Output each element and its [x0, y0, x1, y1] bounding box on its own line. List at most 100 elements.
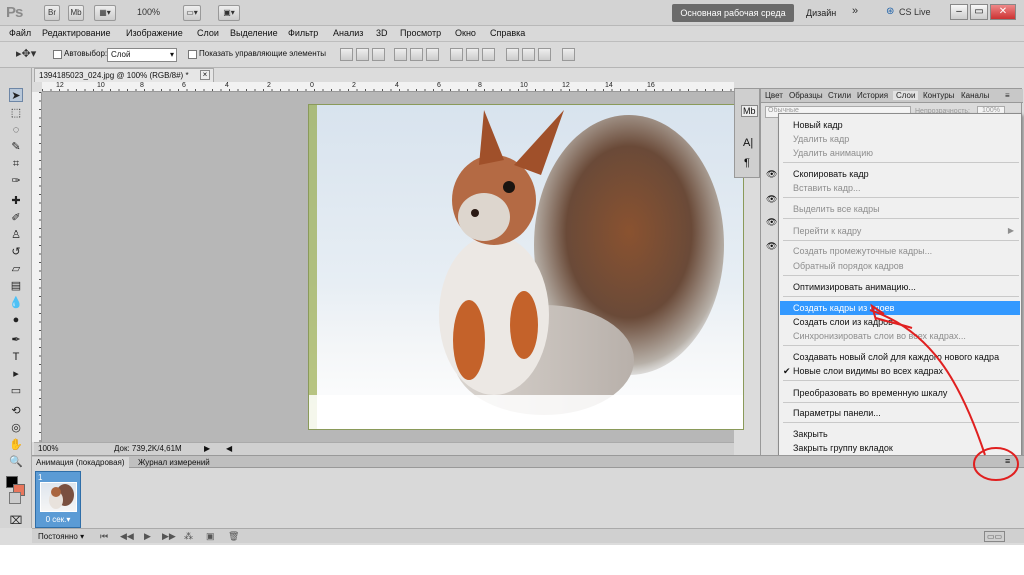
clone-stamp-tool-icon[interactable]: ♙: [9, 228, 23, 242]
loop-options-select[interactable]: Постоянно ▾: [38, 532, 84, 541]
path-select-tool-icon[interactable]: ▸: [9, 367, 23, 381]
close-window-button[interactable]: ✕: [990, 4, 1016, 20]
gradient-tool-icon[interactable]: ▤: [9, 279, 23, 293]
document-canvas[interactable]: [42, 92, 744, 442]
align-left-icon[interactable]: [394, 48, 407, 61]
panel-menu-icon[interactable]: ≡: [1005, 91, 1010, 100]
menu-item-new-frame[interactable]: Новый кадр: [780, 118, 1020, 132]
menu-item-copy-frame[interactable]: Скопировать кадр: [780, 167, 1020, 181]
document-tab[interactable]: 1394185023_024.jpg @ 100% (RGB/8#) *: [34, 68, 214, 82]
menu-item-convert-to-timeline[interactable]: Преобразовать во временную шкалу: [780, 386, 1020, 400]
menu-item-create-new-layer-per-frame[interactable]: Создавать новый слой для каждого нового …: [780, 350, 1020, 364]
menu-3d[interactable]: 3D: [376, 28, 388, 38]
menu-item-panel-options[interactable]: Параметры панели...: [780, 406, 1020, 420]
scroll-left-icon[interactable]: ◀: [226, 443, 232, 455]
restore-button[interactable]: ▭: [970, 4, 988, 20]
type-tool-icon[interactable]: T: [9, 350, 23, 364]
show-transform-checkbox[interactable]: [188, 50, 197, 59]
camera-icon[interactable]: ⌧: [9, 514, 23, 528]
delete-frame-icon[interactable]: 🗑: [228, 531, 239, 542]
move-tool-preset-icon[interactable]: ▸✥▾: [16, 47, 36, 60]
next-frame-icon[interactable]: ▶▶: [162, 531, 176, 542]
status-arrow-icon[interactable]: ▶: [204, 443, 210, 455]
arrange-docs-button[interactable]: ▭▾: [183, 5, 201, 21]
convert-to-timeline-icon[interactable]: ▭▭: [984, 531, 1006, 542]
menu-select[interactable]: Выделение: [230, 28, 278, 38]
visibility-eye-icon[interactable]: 👁: [766, 241, 777, 252]
move-tool-icon[interactable]: ➤: [9, 88, 23, 102]
tab-animation[interactable]: Анимация (покадровая): [32, 457, 129, 468]
visibility-eye-icon[interactable]: 👁: [766, 194, 777, 205]
align-vcenter-icon[interactable]: [356, 48, 369, 61]
menu-item-flatten-frames-into-layers[interactable]: Создать слои из кадров: [780, 315, 1020, 329]
extras-button[interactable]: ▦▾: [94, 5, 116, 21]
tab-color[interactable]: Цвет: [765, 91, 783, 100]
distribute-top-icon[interactable]: [450, 48, 463, 61]
document-tab-close-icon[interactable]: ×: [200, 70, 210, 80]
distribute-hcenter-icon[interactable]: [522, 48, 535, 61]
first-frame-icon[interactable]: ⏮: [100, 531, 108, 542]
crop-tool-icon[interactable]: ⌗: [9, 157, 23, 171]
brush-tool-icon[interactable]: ✐: [9, 211, 23, 225]
tab-paths[interactable]: Контуры: [923, 91, 954, 100]
tab-styles[interactable]: Стили: [828, 91, 851, 100]
previous-frame-icon[interactable]: ◀◀: [120, 531, 134, 542]
menu-help[interactable]: Справка: [490, 28, 525, 38]
pen-tool-icon[interactable]: ✒: [9, 333, 23, 347]
menu-window[interactable]: Окно: [455, 28, 476, 38]
eraser-tool-icon[interactable]: ▱: [9, 262, 23, 276]
menu-item-close-tab-group[interactable]: Закрыть группу вкладок: [780, 441, 1020, 455]
tab-layers[interactable]: Слои: [893, 91, 919, 100]
align-hcenter-icon[interactable]: [410, 48, 423, 61]
screen-mode-button[interactable]: ▣▾: [218, 5, 240, 21]
distribute-left-icon[interactable]: [506, 48, 519, 61]
minimize-button[interactable]: –: [950, 4, 968, 20]
history-brush-tool-icon[interactable]: ↺: [9, 245, 23, 259]
paragraph-panel-icon[interactable]: ¶: [744, 157, 750, 169]
tween-icon[interactable]: ⁂: [184, 531, 193, 542]
marquee-tool-icon[interactable]: ⬚: [9, 106, 23, 120]
mini-bridge-button[interactable]: Mb: [68, 5, 84, 21]
distribute-bottom-icon[interactable]: [482, 48, 495, 61]
bridge-button[interactable]: Br: [44, 5, 60, 21]
cs-live-icon[interactable]: ⊛: [886, 6, 894, 17]
menu-layer[interactable]: Слои: [197, 28, 219, 38]
shape-tool-icon[interactable]: ▭: [9, 384, 23, 398]
menu-image[interactable]: Изображение: [126, 28, 183, 38]
play-icon[interactable]: ▶: [144, 531, 151, 542]
frame-delay[interactable]: 0 сек.▾: [36, 515, 80, 524]
align-top-icon[interactable]: [340, 48, 353, 61]
workspace-design-button[interactable]: Дизайн: [800, 4, 842, 22]
3d-rotate-tool-icon[interactable]: ⟲: [9, 404, 23, 418]
healing-brush-tool-icon[interactable]: ✚: [9, 194, 23, 208]
character-panel-icon[interactable]: A|: [743, 137, 753, 149]
tab-swatches[interactable]: Образцы: [789, 91, 823, 100]
menu-analysis[interactable]: Анализ: [333, 28, 363, 38]
zoom-level[interactable]: 100%: [137, 7, 160, 17]
animation-panel-menu-icon[interactable]: ≡: [1005, 456, 1010, 466]
quick-mask-icon[interactable]: [9, 492, 21, 504]
cs-live-button[interactable]: CS Live: [899, 7, 931, 17]
tab-history[interactable]: История: [857, 91, 888, 100]
menu-item-make-frames-from-layers[interactable]: Создать кадры из слоев: [780, 301, 1020, 315]
distribute-right-icon[interactable]: [538, 48, 551, 61]
menu-edit[interactable]: Редактирование: [42, 28, 111, 38]
lasso-tool-icon[interactable]: ◌: [9, 123, 23, 137]
dodge-tool-icon[interactable]: ●: [9, 313, 23, 327]
animation-frame[interactable]: 1 0 сек.▾: [35, 471, 81, 528]
quick-select-tool-icon[interactable]: ✎: [9, 140, 23, 154]
tab-measurement-log[interactable]: Журнал измерений: [134, 457, 214, 468]
blur-tool-icon[interactable]: 💧: [9, 296, 23, 310]
align-bottom-icon[interactable]: [372, 48, 385, 61]
duplicate-frame-icon[interactable]: ▣: [206, 531, 215, 542]
more-workspaces-icon[interactable]: »: [852, 5, 858, 17]
menu-filter[interactable]: Фильтр: [288, 28, 318, 38]
minibridge-panel-icon[interactable]: Mb: [741, 105, 758, 117]
tab-channels[interactable]: Каналы: [961, 91, 989, 100]
3d-orbit-tool-icon[interactable]: ◎: [9, 421, 23, 435]
auto-align-icon[interactable]: [562, 48, 575, 61]
menu-file[interactable]: Файл: [9, 28, 31, 38]
workspace-main-button[interactable]: Основная рабочая среда: [672, 4, 794, 22]
zoom-tool-icon[interactable]: 🔍: [9, 455, 23, 469]
menu-item-close[interactable]: Закрыть: [780, 427, 1020, 441]
